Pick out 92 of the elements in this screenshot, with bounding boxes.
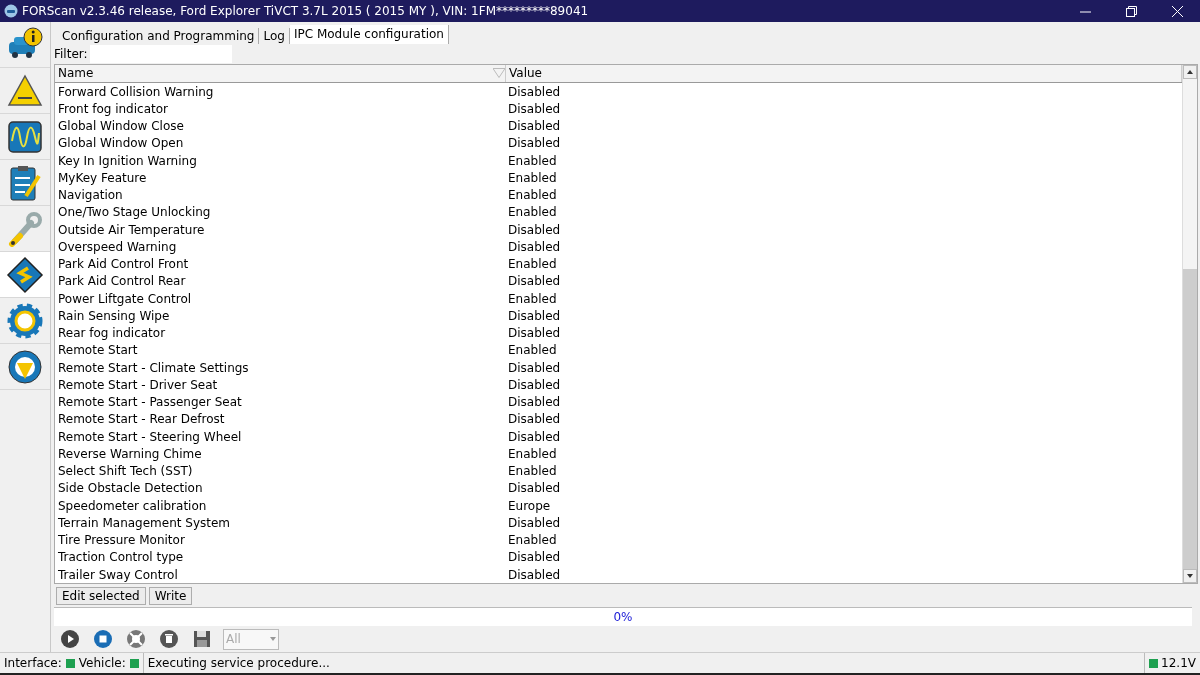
action-button[interactable]: Write (148, 587, 193, 605)
sort-icon (493, 68, 505, 79)
table-cell-text: Disabled (507, 377, 562, 392)
table-cell-text: Select Shift Tech (SST) (57, 464, 194, 479)
down-arrow-icon (1187, 574, 1193, 578)
scroll-down-button[interactable] (1183, 569, 1197, 583)
table-cell-text: One/Two Stage Unlocking (57, 205, 212, 220)
table-cell-text: Power Liftgate Control (57, 291, 193, 306)
table-cell-text: Enabled (507, 170, 558, 185)
table-cell-text: Tire Pressure Monitor (57, 533, 186, 548)
table-cell-text: Disabled (507, 274, 562, 289)
table-cell-text: Disabled (507, 412, 562, 427)
status-label: Interface: (4, 656, 62, 670)
stop-button[interactable] (91, 627, 115, 651)
table-cell-text: Disabled (507, 429, 562, 444)
table-cell-text: Enabled (507, 533, 558, 548)
filter-label: Filter: (54, 47, 88, 61)
table-cell-text: Global Window Close (57, 119, 185, 134)
table-cell-text: Disabled (507, 308, 562, 323)
table-cell-text: Disabled (507, 119, 562, 134)
table-cell-text: Enabled (507, 188, 558, 203)
waveform-icon (7, 118, 43, 155)
table-cell-text: Park Aid Control Front (57, 257, 190, 272)
table-cell-text: Remote Start (57, 343, 139, 358)
table-cell-text: Disabled (507, 222, 562, 237)
table-cell-text: Traction Control type (57, 550, 185, 565)
table-cell-text: Rear fog indicator (57, 326, 167, 341)
table-cell-text: Enabled (507, 464, 558, 479)
trash-button[interactable] (157, 627, 181, 651)
status-label: Vehicle: (78, 656, 126, 670)
restore-icon (1125, 5, 1137, 17)
table-cell-text: Enabled (507, 446, 558, 461)
table-cell-text: Disabled (507, 515, 562, 530)
table-cell-text: Disabled (507, 567, 562, 582)
scroll-up-button[interactable] (1183, 65, 1197, 79)
warning-triangle-icon (7, 73, 43, 108)
table-cell-text: Disabled (507, 481, 562, 496)
filter-field[interactable] (89, 45, 232, 63)
caret-icon (270, 637, 276, 641)
table-cell-text: Enabled (507, 153, 558, 168)
wrench-icon (7, 210, 43, 247)
table-cell-text: Navigation (57, 188, 124, 203)
voltage-reading: 12.1V (1144, 653, 1200, 673)
checklist-icon (8, 163, 42, 202)
table-cell-text: Disabled (507, 84, 562, 99)
table-cell-text: Disabled (507, 395, 562, 410)
table-cell-text: Outside Air Temperature (57, 222, 206, 237)
table-cell-text: Global Window Open (57, 136, 185, 151)
table-cell-text: Enabled (507, 291, 558, 306)
table-cell-text: Enabled (507, 205, 558, 220)
scrollbar[interactable] (1182, 65, 1197, 583)
scroll-thumb[interactable] (1183, 269, 1197, 569)
table-cell-text: Key In Ignition Warning (57, 153, 198, 168)
table-cell-text: Reverse Warning Chime (57, 446, 203, 461)
table-cell-text: Park Aid Control Rear (57, 274, 187, 289)
table-cell-text: Remote Start - Rear Defrost (57, 412, 226, 427)
progress-text: 0% (613, 610, 633, 624)
table-cell-text: Terrain Management System (57, 515, 232, 530)
close-icon (1171, 5, 1183, 17)
table-cell-text: Disabled (507, 136, 562, 151)
action-button[interactable]: Edit selected (56, 587, 146, 605)
table-cell-text: Overspeed Warning (57, 239, 178, 254)
table-cell-text: Remote Start - Climate Settings (57, 360, 250, 375)
table-cell-text: Remote Start - Driver Seat (57, 377, 219, 392)
table-cell-text: MyKey Feature (57, 170, 148, 185)
table-cell-text: Disabled (507, 239, 562, 254)
status-message: Executing service procedure... (146, 656, 331, 670)
table-cell-text: Speedometer calibration (57, 498, 208, 513)
table-cell-text: Remote Start - Passenger Seat (57, 395, 243, 410)
table-cell-text: Forward Collision Warning (57, 84, 215, 99)
play-button[interactable] (58, 627, 82, 651)
table-cell-text: Side Obstacle Detection (57, 481, 204, 496)
table-cell-text: Trailer Sway Control (57, 567, 179, 582)
table-cell-text: Disabled (507, 101, 562, 116)
table-cell-text: Enabled (507, 257, 558, 272)
table-cell-text: Disabled (507, 550, 562, 565)
table-cell-text: Disabled (507, 360, 562, 375)
table-cell-text: Disabled (507, 326, 562, 341)
gear-icon (6, 301, 44, 340)
disconnect-button[interactable] (124, 627, 148, 651)
up-arrow-icon (1187, 70, 1193, 74)
table-cell-text: Front fog indicator (57, 101, 169, 116)
table-cell-text: Enabled (507, 343, 558, 358)
sidebar-item[interactable] (0, 252, 50, 298)
table-cell-text: Remote Start - Steering Wheel (57, 429, 243, 444)
app-logo-icon (4, 4, 18, 18)
table-cell-text: Rain Sensing Wipe (57, 308, 171, 323)
column-header[interactable]: Name (55, 65, 506, 82)
table-cell-text: Europe (507, 498, 552, 513)
tab[interactable]: IPC Module configuration (289, 25, 449, 44)
window-title: FORScan v2.3.46 release, Ford Explorer TiVCT 3.7L 2015 ( 2015 MY ), VIN: 1FM*********89041 (22, 4, 590, 18)
chip-icon (6, 255, 44, 294)
